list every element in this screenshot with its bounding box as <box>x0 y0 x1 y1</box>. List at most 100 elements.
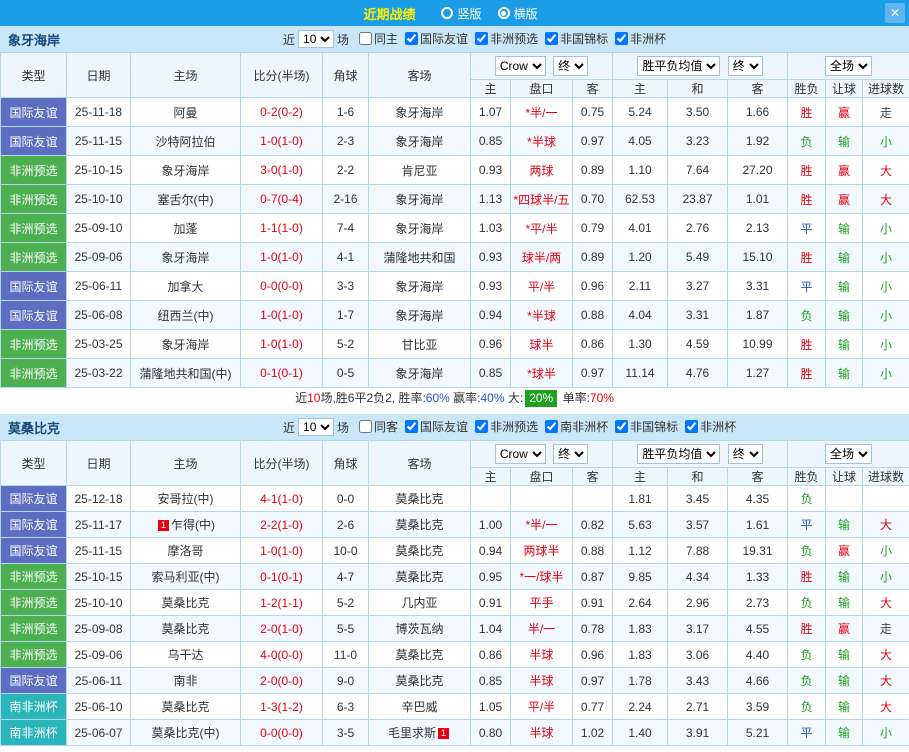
team-label: 莫桑比克 <box>395 518 443 532</box>
match-date: 25-11-17 <box>67 512 131 538</box>
scope-select[interactable]: 全场 <box>825 444 872 464</box>
wdl-average-select[interactable]: 胜平负均值 <box>637 56 720 76</box>
handicap-result: 赢 <box>826 538 863 564</box>
filter-checkbox[interactable]: 国际友谊 <box>405 30 468 47</box>
away-team: 蒲隆地共和国 <box>369 243 471 272</box>
match-date: 25-03-22 <box>67 359 131 388</box>
layout-option-vertical[interactable]: 竖版 <box>441 5 481 22</box>
ah-away-odds: 0.70 <box>573 185 613 214</box>
radio-label: 竖版 <box>457 5 481 22</box>
handicap-line: 球半 <box>511 330 573 359</box>
scope-select[interactable]: 全场 <box>825 56 872 76</box>
checkbox-input[interactable] <box>475 420 488 433</box>
match-type: 国际友谊 <box>1 512 67 538</box>
filter-checkbox[interactable]: 同主 <box>359 30 398 47</box>
away-team: 象牙海岸 <box>369 272 471 301</box>
filter-checkbox[interactable]: 非洲预选 <box>475 30 538 47</box>
odds-draw: 2.76 <box>668 214 728 243</box>
home-team: 沙特阿拉伯 <box>131 127 241 156</box>
match-score: 1-0(1-0) <box>241 330 323 359</box>
bookmaker-select[interactable]: Crow <box>495 444 546 464</box>
col-date: 日期 <box>67 441 131 486</box>
match-count-select[interactable]: 10 <box>298 418 334 436</box>
checkbox-input[interactable] <box>359 32 372 45</box>
filter-checkbox[interactable]: 非国锦标 <box>545 30 608 47</box>
corner-score: 0-5 <box>323 359 369 388</box>
checkbox-input[interactable] <box>405 32 418 45</box>
handicap-result: 输 <box>826 564 863 590</box>
filter-checkbox[interactable]: 非洲杯 <box>685 418 736 435</box>
match-count-select[interactable]: 10 <box>298 30 334 48</box>
home-team: 安哥拉(中) <box>131 486 241 512</box>
team-label: 象牙海岸 <box>395 309 443 323</box>
away-team: 莫桑比克 <box>369 512 471 538</box>
odds-draw: 2.96 <box>668 590 728 616</box>
filter-checkbox[interactable]: 南非洲杯 <box>545 418 608 435</box>
wdl-average-select[interactable]: 胜平负均值 <box>637 444 720 464</box>
checkbox-input[interactable] <box>615 32 628 45</box>
ah-home-odds: 0.85 <box>471 668 511 694</box>
match-date: 25-06-07 <box>67 720 131 746</box>
match-result: 负 <box>788 486 826 512</box>
final-odds-select[interactable]: 终 <box>553 444 588 464</box>
match-date: 25-11-15 <box>67 127 131 156</box>
checkbox-input[interactable] <box>615 420 628 433</box>
col-away: 客场 <box>369 441 471 486</box>
odds-away: 1.87 <box>728 301 788 330</box>
match-result: 胜 <box>788 98 826 127</box>
goals-result: 小 <box>863 243 909 272</box>
checkbox-input[interactable] <box>545 420 558 433</box>
checkbox-input[interactable] <box>475 32 488 45</box>
goals-result: 小 <box>863 214 909 243</box>
match-row: 国际友谊25-11-18阿曼0-2(0-2)1-6象牙海岸1.07*半/一0.7… <box>1 98 909 127</box>
ah-away-odds: 0.89 <box>573 243 613 272</box>
checkbox-input[interactable] <box>405 420 418 433</box>
home-team: 象牙海岸 <box>131 156 241 185</box>
col-score: 比分(半场) <box>241 53 323 98</box>
home-team: 1乍得(中) <box>131 512 241 538</box>
final-odds-select[interactable]: 终 <box>728 444 763 464</box>
final-odds-select[interactable]: 终 <box>553 56 588 76</box>
euro-odds-group: 胜平负均值 终 <box>613 53 788 80</box>
odds-home: 5.63 <box>613 512 668 538</box>
col-odds-draw: 和 <box>668 468 728 486</box>
team-section: 莫桑比克 近 10 场 同客国际友谊非洲预选南非洲杯非国锦标非洲杯 类型 日期 … <box>0 414 909 746</box>
odds-home: 1.30 <box>613 330 668 359</box>
team-label: 索马利亚(中) <box>152 570 220 584</box>
filter-checkbox[interactable]: 非洲预选 <box>475 418 538 435</box>
match-score: 0-2(0-2) <box>241 98 323 127</box>
team-label: 蒲隆地共和国(中) <box>140 367 232 381</box>
handicap-line: *平/半 <box>511 214 573 243</box>
ah-away-odds: 1.02 <box>573 720 613 746</box>
filter-checkbox[interactable]: 同客 <box>359 418 398 435</box>
close-button[interactable]: ✕ <box>885 3 905 23</box>
odds-draw: 4.34 <box>668 564 728 590</box>
final-odds-select[interactable]: 终 <box>728 56 763 76</box>
filter-checkbox[interactable]: 非洲杯 <box>615 30 666 47</box>
match-score: 4-0(0-0) <box>241 642 323 668</box>
table-header-row: 类型 日期 主场 比分(半场) 角球 客场 Crow 终 胜平负均值 终 <box>1 441 909 468</box>
corner-score: 4-7 <box>323 564 369 590</box>
away-team: 莫桑比克 <box>369 538 471 564</box>
team-label: 象牙海岸 <box>395 106 443 120</box>
corner-score: 2-16 <box>323 185 369 214</box>
odds-home: 1.40 <box>613 720 668 746</box>
handicap-result: 输 <box>826 642 863 668</box>
filter-checkbox[interactable]: 国际友谊 <box>405 418 468 435</box>
filter-checkbox-label: 南非洲杯 <box>560 418 608 435</box>
filter-checkbox-label: 同主 <box>374 30 398 47</box>
corner-score: 4-1 <box>323 243 369 272</box>
checkbox-input[interactable] <box>545 32 558 45</box>
filter-checkbox-label: 非国锦标 <box>630 418 678 435</box>
bookmaker-select[interactable]: Crow <box>495 56 546 76</box>
layout-option-horizontal[interactable]: 横版 <box>498 5 538 22</box>
home-team: 莫桑比克 <box>131 590 241 616</box>
checkbox-input[interactable] <box>685 420 698 433</box>
away-team: 莫桑比克 <box>369 564 471 590</box>
match-rows: 国际友谊25-11-18阿曼0-2(0-2)1-6象牙海岸1.07*半/一0.7… <box>1 98 909 388</box>
section-header: 象牙海岸 近 10 场 同主国际友谊非洲预选非国锦标非洲杯 <box>0 26 909 52</box>
goals-result: 大 <box>863 512 909 538</box>
home-team: 莫桑比克 <box>131 694 241 720</box>
filter-checkbox[interactable]: 非国锦标 <box>615 418 678 435</box>
checkbox-input[interactable] <box>359 420 372 433</box>
